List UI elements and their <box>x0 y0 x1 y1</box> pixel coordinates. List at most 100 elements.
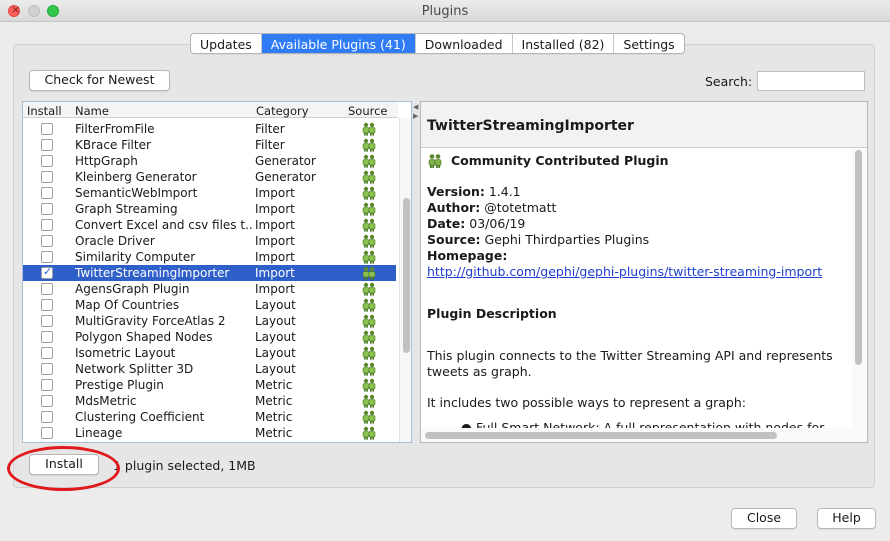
install-checkbox[interactable] <box>41 155 53 167</box>
column-header-name[interactable]: Name <box>75 104 109 118</box>
install-checkbox[interactable] <box>41 283 53 295</box>
author-line: Author: @totetmatt <box>427 200 557 215</box>
table-row[interactable]: AgensGraph Plugin Import <box>23 281 396 297</box>
homepage-link[interactable]: http://github.com/gephi/gephi-plugins/tw… <box>427 264 822 279</box>
table-row[interactable]: Convert Excel and csv files t... Import <box>23 217 396 233</box>
column-header-source[interactable]: Source <box>348 104 388 118</box>
install-checkbox[interactable] <box>41 379 53 391</box>
table-row[interactable]: Clustering Coefficient Metric <box>23 409 396 425</box>
plugin-category: Filter <box>255 122 285 136</box>
tab-bar: Updates Available Plugins (41) Downloade… <box>190 33 685 54</box>
install-checkbox[interactable] <box>41 139 53 151</box>
install-checkbox[interactable] <box>41 315 53 327</box>
install-checkbox[interactable] <box>41 203 53 215</box>
plugin-category: Import <box>255 202 295 216</box>
install-checkbox[interactable] <box>41 411 53 423</box>
title-bar: Plugins <box>0 0 890 22</box>
source-line: Source: Gephi Thirdparties Plugins <box>427 232 650 247</box>
table-row[interactable]: HttpGraph Generator <box>23 153 396 169</box>
plugin-name: AgensGraph Plugin <box>75 282 190 296</box>
table-row[interactable]: Isometric Layout Layout <box>23 345 396 361</box>
plugin-category: Import <box>255 250 295 264</box>
plugin-name: Oracle Driver <box>75 234 155 248</box>
plugin-name: Lineage <box>75 426 123 440</box>
column-header-install[interactable]: Install <box>27 104 62 118</box>
install-checkbox[interactable] <box>41 427 53 439</box>
details-horizontal-scrollbar[interactable] <box>421 428 867 442</box>
search-input[interactable] <box>757 71 865 91</box>
check-for-newest-button[interactable]: Check for Newest <box>29 70 170 91</box>
plugin-details-pane: TwitterStreamingImporter Community Contr… <box>420 101 868 443</box>
annotation-circle <box>7 446 120 491</box>
plugin-name: Network Splitter 3D <box>75 362 194 376</box>
table-row[interactable]: Network Splitter 3D Layout <box>23 361 396 377</box>
install-checkbox[interactable] <box>41 123 53 135</box>
table-row[interactable]: MultiGravity ForceAtlas 2 Layout <box>23 313 396 329</box>
details-vertical-scrollbar[interactable] <box>852 148 866 428</box>
community-people-icon <box>427 153 443 172</box>
table-scroll-thumb[interactable] <box>403 198 410 353</box>
table-row[interactable]: Similarity Computer Import <box>23 249 396 265</box>
collapse-left-arrow-icon[interactable]: ◀ <box>413 103 418 111</box>
plugin-category: Import <box>255 234 295 248</box>
description-heading: Plugin Description <box>427 306 557 321</box>
close-button[interactable]: Close <box>731 508 797 529</box>
collapse-right-arrow-icon[interactable]: ▶ <box>413 112 418 120</box>
plugin-name: HttpGraph <box>75 154 138 168</box>
plugin-category: Layout <box>255 330 296 344</box>
plugin-category: Layout <box>255 346 296 360</box>
tab-available-plugins[interactable]: Available Plugins (41) <box>261 34 416 53</box>
install-checkbox[interactable] <box>41 187 53 199</box>
install-checkbox[interactable] <box>41 235 53 247</box>
details-horizontal-scroll-thumb[interactable] <box>425 432 777 439</box>
table-row[interactable]: TwitterStreamingImporter Import <box>23 265 396 281</box>
description-text-line-1: This plugin connects to the Twitter Stre… <box>427 348 833 363</box>
details-vertical-scroll-thumb[interactable] <box>855 150 862 365</box>
table-row[interactable]: MdsMetric Metric <box>23 393 396 409</box>
plugin-category: Generator <box>255 170 316 184</box>
install-checkbox[interactable] <box>41 395 53 407</box>
plugin-name: Isometric Layout <box>75 346 176 360</box>
install-checkbox[interactable] <box>41 265 53 279</box>
tab-downloaded[interactable]: Downloaded <box>416 34 513 53</box>
plugin-category: Metric <box>255 394 293 408</box>
install-checkbox[interactable] <box>41 299 53 311</box>
homepage-label: Homepage: <box>427 248 508 263</box>
table-row[interactable]: KBrace Filter Filter <box>23 137 396 153</box>
table-row[interactable]: Oracle Driver Import <box>23 233 396 249</box>
date-line: Date: 03/06/19 <box>427 216 526 231</box>
tab-settings[interactable]: Settings <box>614 34 683 53</box>
install-checkbox[interactable] <box>41 363 53 375</box>
tab-updates[interactable]: Updates <box>191 34 262 53</box>
install-checkbox[interactable] <box>41 331 53 343</box>
table-row[interactable]: Map Of Countries Layout <box>23 297 396 313</box>
table-row[interactable]: Lineage Metric <box>23 425 396 441</box>
plugin-name: Similarity Computer <box>75 250 196 264</box>
description-text-line-3: It includes two possible ways to represe… <box>427 395 747 410</box>
plugin-category: Import <box>255 218 295 232</box>
plugin-table: Install Name Category Source FilterFromF… <box>22 101 412 443</box>
plugin-name: Convert Excel and csv files t... <box>75 218 253 232</box>
table-row[interactable]: Prestige Plugin Metric <box>23 377 396 393</box>
table-row[interactable]: FilterFromFile Filter <box>23 121 396 137</box>
plugin-category: Layout <box>255 362 296 376</box>
plugin-category: Metric <box>255 378 293 392</box>
plugin-name: MultiGravity ForceAtlas 2 <box>75 314 226 328</box>
install-checkbox[interactable] <box>41 347 53 359</box>
column-header-category[interactable]: Category <box>256 104 309 118</box>
table-row[interactable]: Kleinberg Generator Generator <box>23 169 396 185</box>
details-title: TwitterStreamingImporter <box>427 118 634 134</box>
table-row[interactable]: Graph Streaming Import <box>23 201 396 217</box>
table-row[interactable]: SemanticWebImport Import <box>23 185 396 201</box>
tab-installed[interactable]: Installed (82) <box>513 34 615 53</box>
table-vertical-scrollbar[interactable] <box>399 118 411 442</box>
split-pane-divider[interactable]: ◀ ▶ <box>413 101 419 443</box>
plugin-name: MdsMetric <box>75 394 137 408</box>
plugin-name: Map Of Countries <box>75 298 180 312</box>
plugin-category: Import <box>255 282 295 296</box>
table-row[interactable]: Polygon Shaped Nodes Layout <box>23 329 396 345</box>
install-checkbox[interactable] <box>41 251 53 263</box>
help-button[interactable]: Help <box>817 508 876 529</box>
install-checkbox[interactable] <box>41 171 53 183</box>
install-checkbox[interactable] <box>41 219 53 231</box>
